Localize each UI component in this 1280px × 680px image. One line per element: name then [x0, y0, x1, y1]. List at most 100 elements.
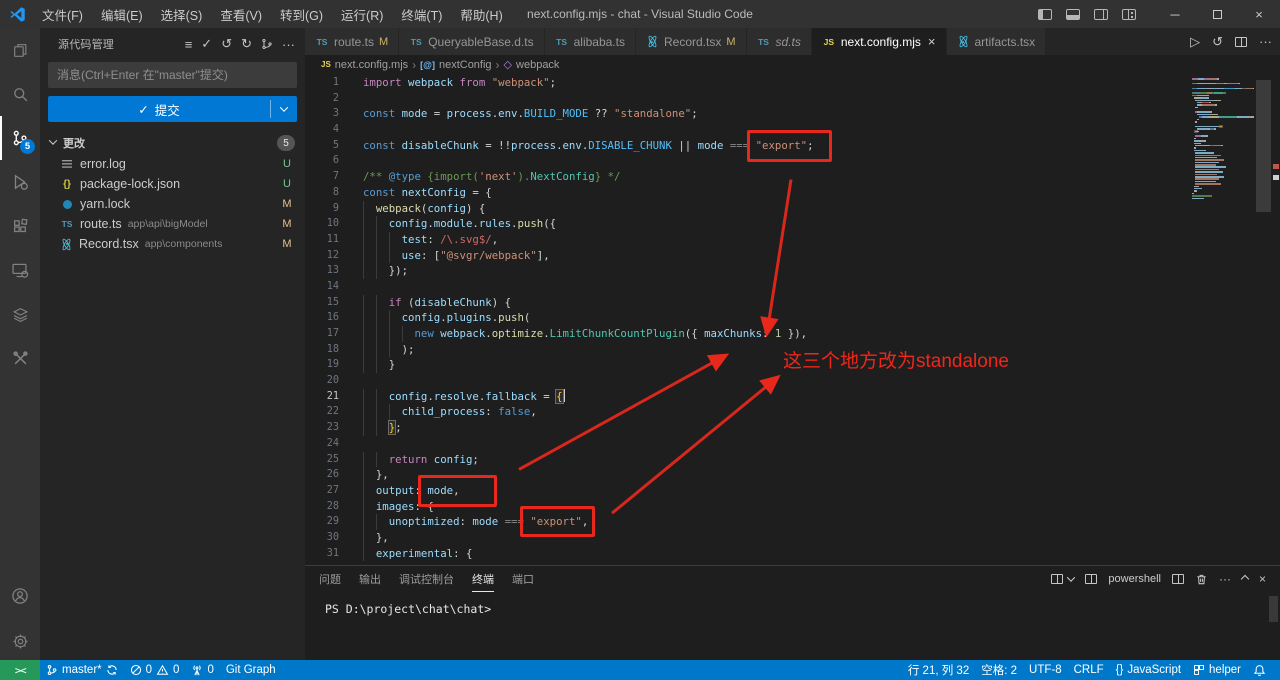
- code-line-14[interactable]: 14: [305, 279, 1190, 295]
- panel-tab-终端[interactable]: 终端: [472, 566, 494, 592]
- panel-tab-调试控制台[interactable]: 调试控制台: [399, 566, 454, 592]
- launch-profile-icon[interactable]: [1051, 574, 1063, 584]
- code-line-9[interactable]: 9 webpack(config) {: [305, 201, 1190, 217]
- panel-tab-问题[interactable]: 问题: [319, 566, 341, 592]
- source-control-icon[interactable]: 5: [0, 116, 40, 160]
- breadcrumb-symbol[interactable]: nextConfig: [439, 59, 492, 71]
- tab-artifacts.tsx[interactable]: artifacts.tsx: [947, 28, 1047, 55]
- tools-icon[interactable]: [0, 336, 40, 380]
- breadcrumb-symbol[interactable]: webpack: [516, 59, 559, 71]
- tab-Record.tsx[interactable]: Record.tsxM: [636, 28, 747, 55]
- code-line-22[interactable]: 22 child_process: false,: [305, 404, 1190, 420]
- problems-indicator[interactable]: 0 0: [124, 660, 186, 680]
- panel-more-icon[interactable]: ···: [1219, 572, 1231, 586]
- settings-gear-icon[interactable]: [0, 622, 40, 660]
- code-line-19[interactable]: 19 }: [305, 357, 1190, 373]
- encoding-indicator[interactable]: UTF-8: [1023, 660, 1068, 680]
- kill-terminal-icon[interactable]: [1195, 573, 1208, 586]
- terminal-output[interactable]: PS D:\project\chat\chat>: [305, 592, 1280, 660]
- menu-item-0[interactable]: 文件(F): [34, 2, 91, 27]
- commit-check-icon[interactable]: ✓: [201, 36, 212, 52]
- account-icon[interactable]: [0, 574, 40, 618]
- search-icon[interactable]: [0, 72, 40, 116]
- code-line-15[interactable]: 15 if (disableChunk) {: [305, 295, 1190, 311]
- code-line-20[interactable]: 20: [305, 373, 1190, 389]
- file-row-route.ts[interactable]: TSroute.tsapp\api\bigModelM: [40, 214, 305, 234]
- run-debug-icon[interactable]: [0, 160, 40, 204]
- code-line-31[interactable]: 31 experimental: {: [305, 546, 1190, 562]
- code-line-16[interactable]: 16 config.plugins.push(: [305, 310, 1190, 326]
- menu-item-6[interactable]: 终端(T): [393, 2, 450, 27]
- code-line-2[interactable]: 2: [305, 91, 1190, 107]
- code-line-1[interactable]: 1import webpack from "webpack";: [305, 75, 1190, 91]
- code-editor[interactable]: 1import webpack from "webpack";23const m…: [305, 74, 1280, 565]
- file-row-Record.tsx[interactable]: Record.tsxapp\componentsM: [40, 234, 305, 254]
- ports-indicator[interactable]: 0: [185, 660, 219, 680]
- close-button[interactable]: ×: [1238, 0, 1280, 28]
- run-file-icon[interactable]: ▷: [1190, 34, 1200, 50]
- code-line-25[interactable]: 25 return config;: [305, 452, 1190, 468]
- code-line-27[interactable]: 27 output: mode,: [305, 483, 1190, 499]
- menu-item-2[interactable]: 选择(S): [153, 2, 211, 27]
- code-line-10[interactable]: 10 config.module.rules.push({: [305, 216, 1190, 232]
- code-line-5[interactable]: 5const disableChunk = !!process.env.DISA…: [305, 138, 1190, 154]
- code-line-26[interactable]: 26 },: [305, 467, 1190, 483]
- code-line-8[interactable]: 8const nextConfig = {: [305, 185, 1190, 201]
- commit-dropdown[interactable]: [271, 96, 297, 122]
- remote-explorer-icon[interactable]: [0, 248, 40, 292]
- code-line-28[interactable]: 28 images: {: [305, 499, 1190, 515]
- minimize-button[interactable]: ─: [1154, 0, 1196, 28]
- changes-section-header[interactable]: 更改 5: [40, 132, 305, 154]
- code-line-18[interactable]: 18 );: [305, 342, 1190, 358]
- commit-button[interactable]: ✓ 提交: [48, 96, 297, 122]
- git-graph-button[interactable]: Git Graph: [220, 660, 282, 680]
- menu-item-3[interactable]: 查看(V): [212, 2, 270, 27]
- file-row-yarn.lock[interactable]: yarn.lockM: [40, 194, 305, 214]
- code-line-30[interactable]: 30 },: [305, 530, 1190, 546]
- minimap[interactable]: [1192, 78, 1254, 200]
- commit-message-input[interactable]: [48, 62, 297, 88]
- customize-layout-icon[interactable]: [1122, 9, 1136, 20]
- breadcrumb-file[interactable]: next.config.mjs: [335, 59, 408, 71]
- tab-next.config.mjs[interactable]: JSnext.config.mjs×: [812, 28, 947, 55]
- code-line-24[interactable]: 24: [305, 436, 1190, 452]
- notifications-bell-icon[interactable]: [1247, 660, 1272, 680]
- eol-indicator[interactable]: CRLF: [1068, 660, 1110, 680]
- shell-label[interactable]: powershell: [1108, 573, 1161, 585]
- tab-sd.ts[interactable]: TSsd.ts: [747, 28, 812, 55]
- maximize-panel-icon[interactable]: [1241, 575, 1249, 583]
- close-panel-icon[interactable]: ×: [1259, 572, 1266, 586]
- history-icon[interactable]: ↺: [221, 36, 232, 52]
- split-editor-icon[interactable]: [1235, 37, 1247, 47]
- toggle-sidebar-icon[interactable]: [1038, 9, 1052, 20]
- editor-scrollbar[interactable]: [1256, 80, 1271, 212]
- code-line-3[interactable]: 3const mode = process.env.BUILD_MODE ?? …: [305, 106, 1190, 122]
- code-line-23[interactable]: 23 };: [305, 420, 1190, 436]
- view-sort-icon[interactable]: ≡: [185, 37, 193, 52]
- tab-alibaba.ts[interactable]: TSalibaba.ts: [545, 28, 636, 55]
- panel-tab-端口[interactable]: 端口: [512, 566, 534, 592]
- code-line-13[interactable]: 13 });: [305, 263, 1190, 279]
- file-row-package-lock.json[interactable]: {}package-lock.jsonU: [40, 174, 305, 194]
- cursor-position[interactable]: 行 21, 列 32: [902, 660, 975, 680]
- code-line-21[interactable]: 21 config.resolve.fallback = {: [305, 389, 1190, 405]
- menu-item-1[interactable]: 编辑(E): [93, 2, 151, 27]
- panel-tab-输出[interactable]: 输出: [359, 566, 381, 592]
- split-terminal-icon[interactable]: [1172, 574, 1184, 584]
- branch-indicator[interactable]: master*: [40, 660, 124, 680]
- tab-QueryableBase.d.ts[interactable]: TSQueryableBase.d.ts: [399, 28, 544, 55]
- more-actions-icon[interactable]: ···: [282, 37, 295, 52]
- launch-profile-chevron-icon[interactable]: [1067, 573, 1075, 581]
- tab-route.ts[interactable]: TSroute.tsM: [305, 28, 399, 55]
- terminal-scrollbar[interactable]: [1269, 596, 1278, 622]
- maximize-button[interactable]: [1196, 0, 1238, 28]
- code-line-12[interactable]: 12 use: ["@svgr/webpack"],: [305, 248, 1190, 264]
- menu-item-4[interactable]: 转到(G): [272, 2, 331, 27]
- helper-extension[interactable]: helper: [1187, 660, 1247, 680]
- indentation-indicator[interactable]: 空格: 2: [975, 660, 1023, 680]
- code-line-7[interactable]: 7/** @type {import('next').NextConfig} *…: [305, 169, 1190, 185]
- explorer-icon[interactable]: [0, 28, 40, 72]
- language-mode[interactable]: {}JavaScript: [1110, 660, 1187, 680]
- remote-indicator[interactable]: ><: [0, 660, 40, 680]
- layers-icon[interactable]: [0, 292, 40, 336]
